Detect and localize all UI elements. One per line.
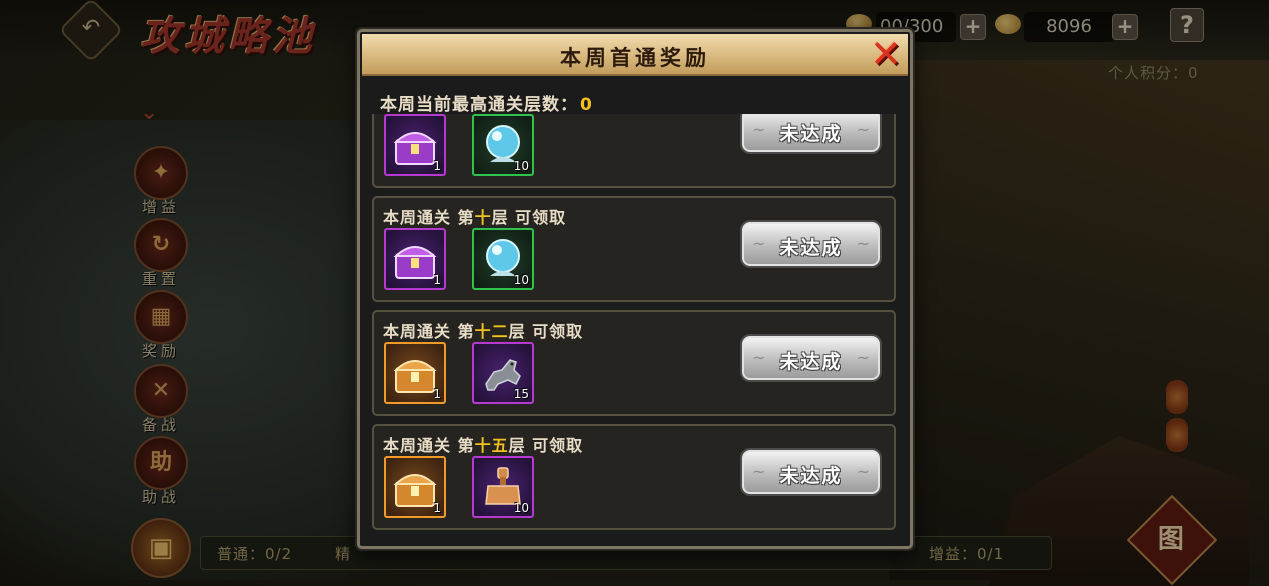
purple-chest-icon <box>393 132 437 165</box>
item-count: 1 <box>433 387 441 401</box>
row-title-suffix: 层 可领取 <box>508 322 584 341</box>
item-count: 10 <box>513 273 529 287</box>
row-floor-number: 十五 <box>474 436 509 455</box>
row-title-prefix: 本周通关 第 <box>383 436 475 455</box>
swirl-icon: ~ <box>856 462 870 481</box>
reward-item-slot[interactable]: 10 <box>472 456 534 518</box>
reward-item-slot[interactable]: 15 <box>472 342 534 404</box>
item-count: 10 <box>513 159 529 173</box>
row-title-prefix: 本周通关 第 <box>383 322 475 341</box>
claim-status-button[interactable]: ~ 未达成 ~ <box>742 450 880 494</box>
reward-row: 1 10 ~ 未达成 ~ <box>372 114 896 188</box>
reward-item-slot[interactable]: 1 <box>384 228 446 290</box>
reward-item-slot[interactable]: 1 <box>384 114 446 176</box>
highest-floor-line: 本周当前最高通关层数： 0 <box>380 90 593 115</box>
reward-item-slot[interactable]: 10 <box>472 114 534 176</box>
reward-item-slot[interactable]: 1 <box>384 456 446 518</box>
gold-chest-icon <box>393 360 437 393</box>
row-title-prefix: 本周通关 第 <box>383 208 475 227</box>
item-count: 15 <box>513 387 529 401</box>
highest-floor-label: 本周当前最高通关层数： <box>380 95 578 115</box>
weekly-first-clear-reward-dialog: 本周首通奖励 ✕ 本周当前最高通关层数： 0 1 10 ~ 未达成 ~ 本周通关… <box>357 29 913 549</box>
close-button[interactable]: ✕ <box>866 35 906 73</box>
row-floor-number: 十二 <box>474 322 509 341</box>
claim-status-button[interactable]: ~ 未达成 ~ <box>742 222 880 266</box>
row-floor-number: 十 <box>474 208 492 227</box>
dialog-header: 本周首通奖励 ✕ <box>362 34 908 76</box>
swirl-icon: ~ <box>856 348 870 367</box>
item-count: 1 <box>433 273 441 287</box>
highest-floor-value: 0 <box>580 95 593 115</box>
purple-chest-icon <box>393 246 437 279</box>
close-icon: ✕ <box>870 32 902 76</box>
swirl-icon: ~ <box>856 234 870 253</box>
claim-status-button[interactable]: ~ 未达成 ~ <box>742 336 880 380</box>
reward-item-slot[interactable]: 1 <box>384 342 446 404</box>
dialog-title: 本周首通奖励 <box>560 45 710 70</box>
reward-list[interactable]: 1 10 ~ 未达成 ~ 本周通关 第十层 可领取 1 10 ~ 未达成 ~ 本… <box>370 114 902 532</box>
reward-row: 本周通关 第十五层 可领取 1 10 ~ 未达成 ~ <box>372 424 896 530</box>
item-count: 1 <box>433 501 441 515</box>
reward-row: 本周通关 第十二层 可领取 1 15 ~ 未达成 ~ <box>372 310 896 416</box>
reward-row: 本周通关 第十层 可领取 1 10 ~ 未达成 ~ <box>372 196 896 302</box>
item-count: 1 <box>433 159 441 173</box>
row-title-suffix: 层 可领取 <box>508 436 584 455</box>
claim-status-button[interactable]: ~ 未达成 ~ <box>742 114 880 152</box>
row-title: 本周通关 第十二层 可领取 <box>383 318 583 342</box>
reward-item-slot[interactable]: 10 <box>472 228 534 290</box>
row-title: 本周通关 第十层 可领取 <box>383 204 566 228</box>
row-title: 本周通关 第十五层 可领取 <box>383 432 583 456</box>
item-count: 10 <box>513 501 529 515</box>
row-title-suffix: 层 可领取 <box>491 208 567 227</box>
swirl-icon: ~ <box>856 120 870 139</box>
gold-chest-icon <box>393 474 437 507</box>
